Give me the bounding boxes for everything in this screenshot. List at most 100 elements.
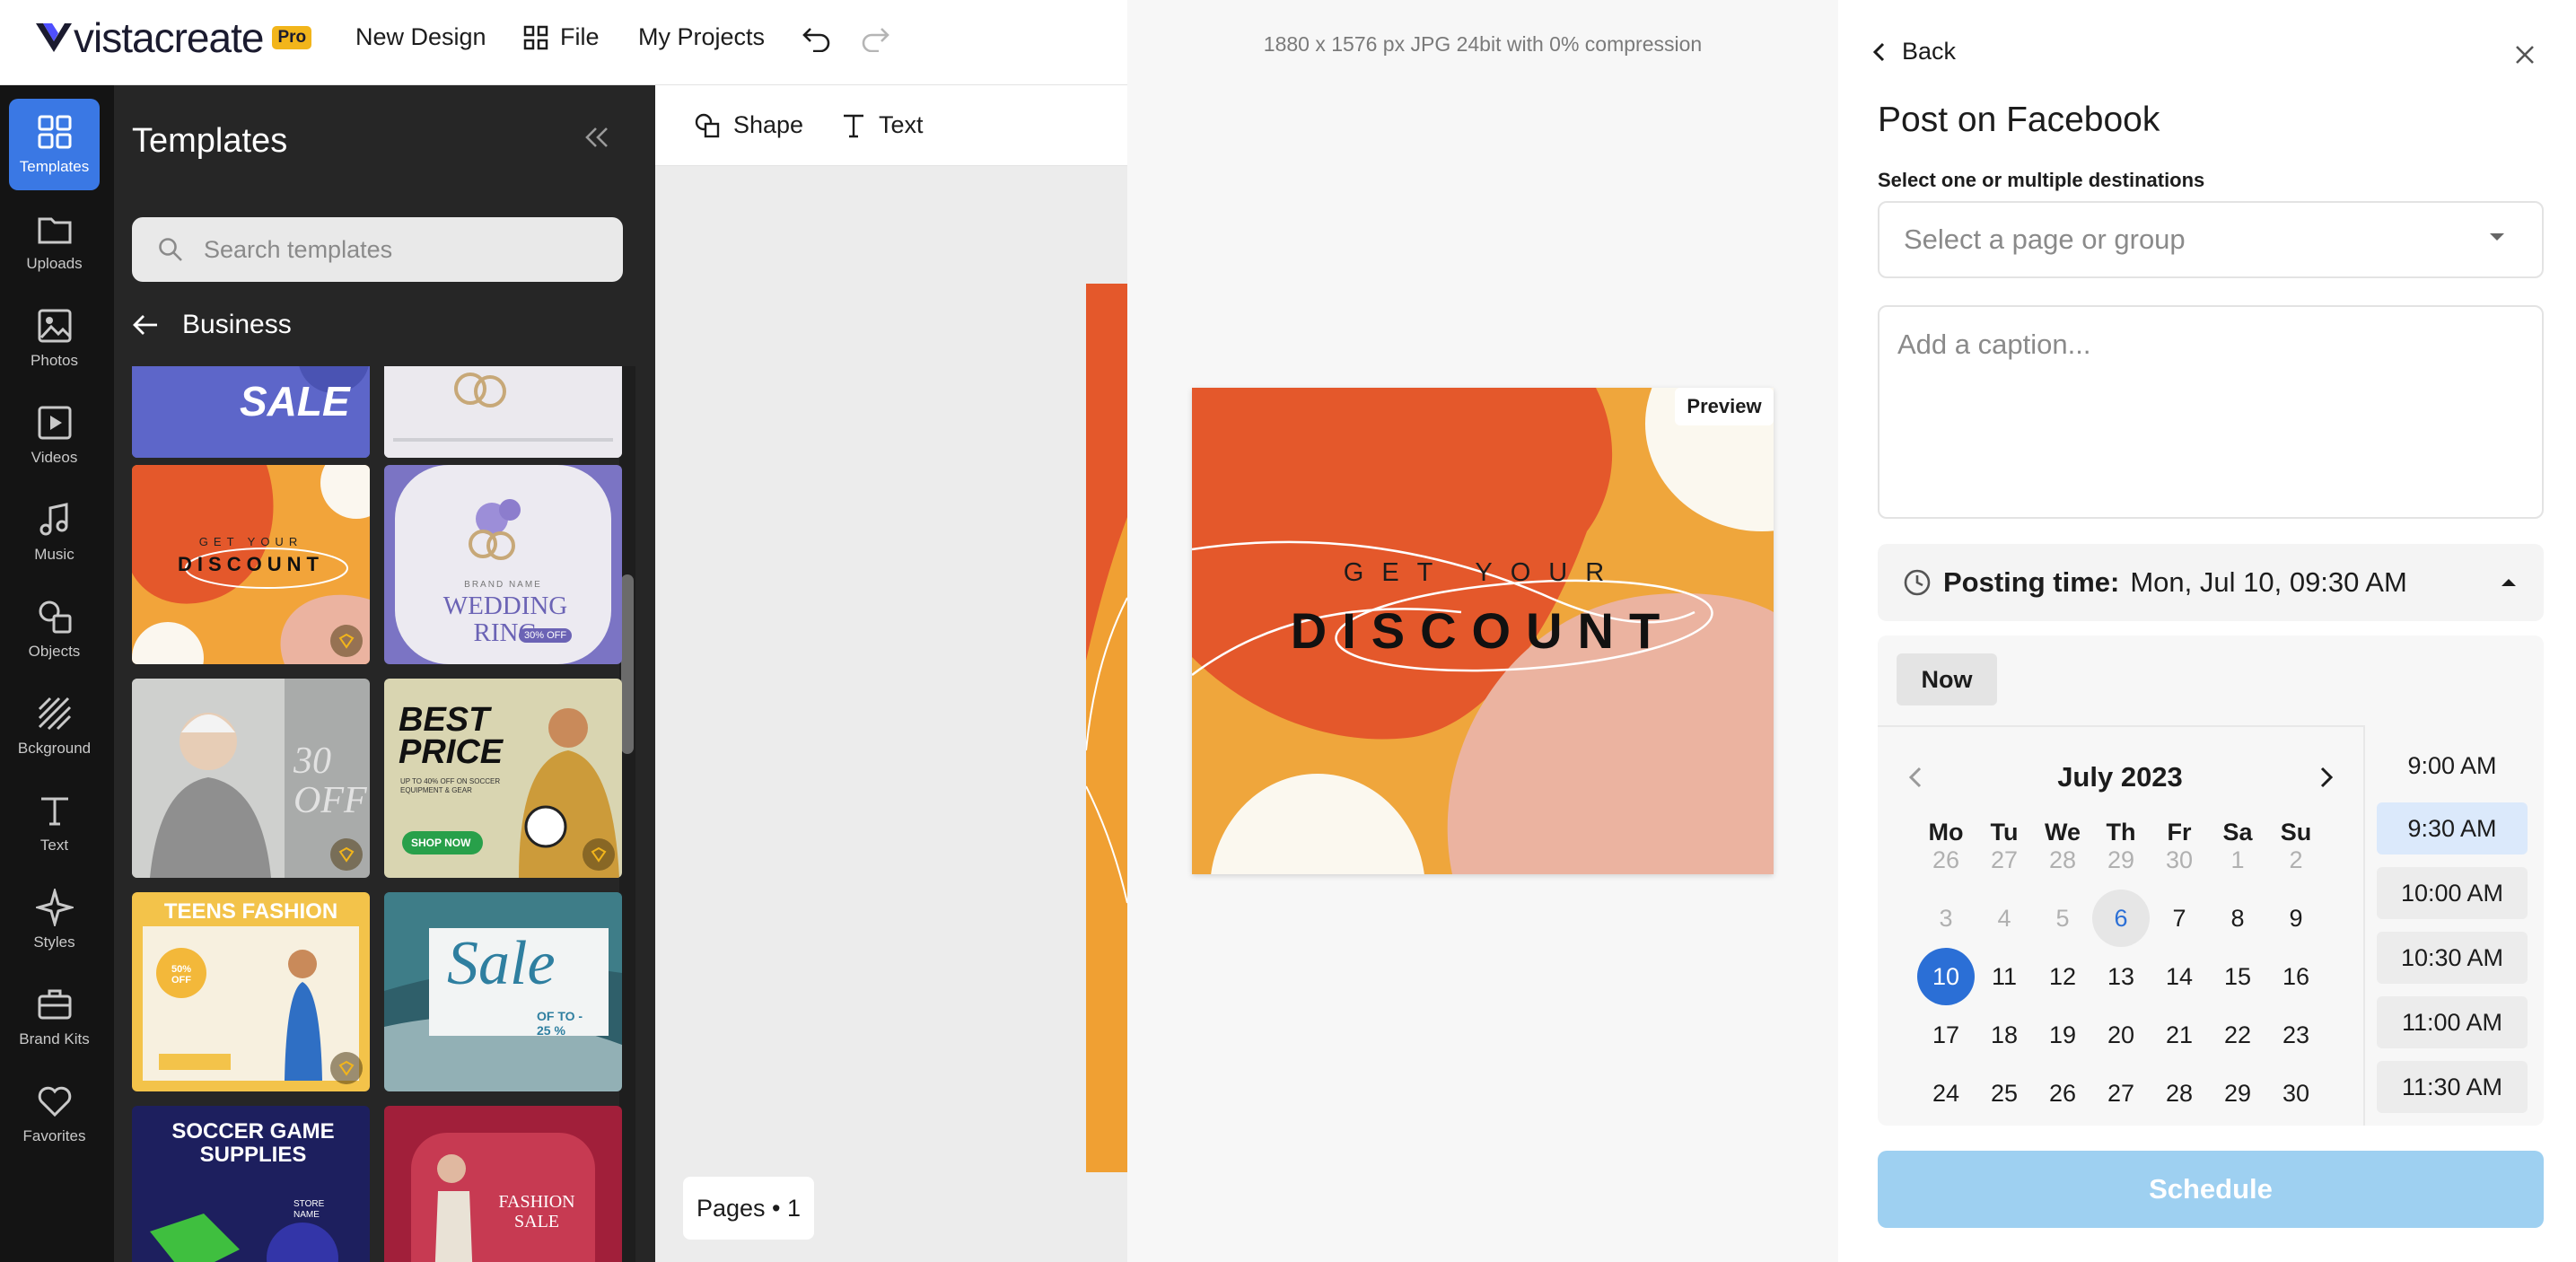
calendar-day[interactable]: 11 — [1976, 948, 2033, 1005]
template-thumbnail — [384, 1106, 622, 1262]
template-card[interactable]: SOCCER GAME SUPPLIES STORE NAME — [132, 1106, 370, 1262]
rail-item-text[interactable]: Text — [9, 777, 100, 869]
time-slot[interactable]: 10:30 AM — [2377, 932, 2528, 984]
template-card[interactable]: FASHION SALE — [384, 1106, 622, 1262]
template-card[interactable] — [384, 366, 622, 458]
rail-item-templates[interactable]: Templates — [9, 99, 100, 190]
calendar-day[interactable]: 16 — [2267, 948, 2325, 1005]
pages-label: Pages • 1 — [696, 1194, 802, 1222]
rail-item-music[interactable]: Music — [9, 486, 100, 578]
pages-indicator[interactable]: Pages • 1 — [683, 1177, 814, 1240]
shape-tool-button[interactable]: Shape — [694, 111, 803, 139]
calendar-day[interactable]: 14 — [2151, 948, 2208, 1005]
undo-button[interactable] — [802, 25, 832, 52]
time-slot-list[interactable]: 9:00 AM 9:30 AM 10:00 AM 10:30 AM 11:00 AM 11… — [2370, 729, 2544, 1126]
new-design-button[interactable]: New Design — [355, 23, 486, 51]
panel-title: Post on Facebook — [1878, 101, 2160, 139]
calendar-day[interactable]: 17 — [1917, 1006, 1975, 1064]
calendar-day[interactable]: 23 — [2267, 1006, 2325, 1064]
calendar-day[interactable]: 29 — [2209, 1065, 2266, 1122]
crown-icon — [338, 846, 355, 863]
calendar-day[interactable]: 27 — [2092, 1065, 2150, 1122]
close-button[interactable] — [2513, 43, 2537, 66]
template-tag: SHOP NOW — [411, 837, 471, 849]
collapse-caret-icon — [2500, 577, 2518, 588]
calendar-day[interactable]: 15 — [2209, 948, 2266, 1005]
calendar-day[interactable]: 12 — [2034, 948, 2091, 1005]
text-label: Text — [879, 111, 924, 138]
template-card[interactable]: GET YOUR DISCOUNT — [132, 465, 370, 664]
template-card[interactable]: SALE — [132, 366, 370, 458]
category-back[interactable]: Business — [132, 310, 292, 340]
calendar-day: 30 — [2165, 846, 2194, 873]
template-card[interactable]: BEST PRICE UP TO 40% OFF ON SOCCER EQUIP… — [384, 679, 622, 878]
logo[interactable]: vistacreate Pro — [34, 17, 312, 58]
rail-item-brandkits[interactable]: Brand Kits — [9, 971, 100, 1063]
crown-icon — [338, 1060, 355, 1076]
back-button[interactable]: Back — [1871, 38, 1956, 66]
canvas-area[interactable] — [655, 166, 1127, 1262]
template-card[interactable]: TEENS FASHION 50% OFF — [132, 892, 370, 1091]
artboard-design — [1086, 284, 1127, 1172]
calendar-day[interactable]: 30 — [2267, 1065, 2325, 1122]
now-button[interactable]: Now — [1897, 653, 1997, 705]
calendar-day: 1 — [2230, 846, 2245, 873]
posting-time-toggle[interactable]: Posting time: Mon, Jul 10, 09:30 AM — [1878, 544, 2544, 621]
calendar-day[interactable]: 22 — [2209, 1006, 2266, 1064]
rail-item-photos[interactable]: Photos — [9, 293, 100, 384]
calendar-day[interactable]: 21 — [2151, 1006, 2208, 1064]
posting-time-value: Mon, Jul 10, 09:30 AM — [2130, 566, 2407, 598]
calendar-day[interactable]: 19 — [2034, 1006, 2091, 1064]
search-input[interactable] — [202, 234, 600, 265]
calendar-day[interactable]: 9 — [2267, 890, 2325, 947]
time-slot[interactable]: 11:30 AM — [2377, 1061, 2528, 1113]
time-slot[interactable]: 9:00 AM — [2377, 740, 2528, 792]
objects-icon — [39, 600, 71, 634]
calendar-day[interactable]: 18 — [1976, 1006, 2033, 1064]
time-slot[interactable]: 10:00 AM — [2377, 867, 2528, 919]
rail-item-uploads[interactable]: Uploads — [9, 196, 100, 287]
redo-button[interactable] — [860, 25, 890, 52]
rail-item-objects[interactable]: Objects — [9, 583, 100, 675]
calendar-day[interactable]: 7 — [2151, 890, 2208, 947]
calendar-day[interactable]: 26 — [2034, 1065, 2091, 1122]
template-title: Sale — [447, 929, 556, 998]
destination-select[interactable]: Select a page or group — [1878, 201, 2544, 278]
caption-input[interactable] — [1878, 305, 2544, 519]
template-card[interactable]: 30 OFF — [132, 679, 370, 878]
crown-icon — [338, 633, 355, 649]
calendar-day: 2 — [2289, 846, 2303, 873]
calendar-day[interactable]: 25 — [1976, 1065, 2033, 1122]
time-slot[interactable]: 11:00 AM — [2377, 996, 2528, 1048]
rail-label-videos: Videos — [31, 449, 78, 466]
previous-month-button[interactable] — [1903, 765, 1928, 790]
calendar-day[interactable]: 24 — [1917, 1065, 1975, 1122]
search-templates[interactable] — [132, 217, 623, 282]
time-slot[interactable]: 9:30 AM — [2377, 802, 2528, 854]
text-tool-button[interactable]: Text — [841, 111, 924, 139]
collapse-panel-button[interactable] — [583, 126, 610, 149]
file-menu-button[interactable]: File — [522, 23, 600, 51]
rail-item-favorites[interactable]: Favorites — [9, 1068, 100, 1160]
template-card[interactable]: BRAND NAME WEDDING RING 30% OFF — [384, 465, 622, 664]
rail-item-videos[interactable]: Videos — [9, 390, 100, 481]
calendar-day[interactable]: 8 — [2209, 890, 2266, 947]
calendar-day[interactable]: 28 — [2151, 1065, 2208, 1122]
calendar-day[interactable]: 20 — [2092, 1006, 2150, 1064]
schedule-button[interactable]: Schedule — [1878, 1151, 2544, 1228]
rail-item-background[interactable]: Bckground — [9, 680, 100, 772]
my-projects-button[interactable]: My Projects — [638, 23, 765, 51]
template-card[interactable]: Sale OF TO - 25 % — [384, 892, 622, 1091]
calendar-day[interactable]: 13 — [2092, 948, 2150, 1005]
calendar-day[interactable]: 10 — [1917, 948, 1975, 1005]
divider — [1878, 725, 2363, 727]
calendar-day[interactable]: 6 — [2092, 890, 2150, 947]
category-label: Business — [182, 310, 292, 339]
rail-label-photos: Photos — [31, 352, 78, 369]
template-thumbnail — [384, 366, 622, 458]
artboard[interactable] — [1086, 284, 1127, 1172]
rail-item-styles[interactable]: Styles — [9, 874, 100, 966]
next-month-button[interactable] — [2314, 765, 2339, 790]
templates-icon — [38, 115, 71, 149]
sparkle-icon — [35, 889, 74, 926]
